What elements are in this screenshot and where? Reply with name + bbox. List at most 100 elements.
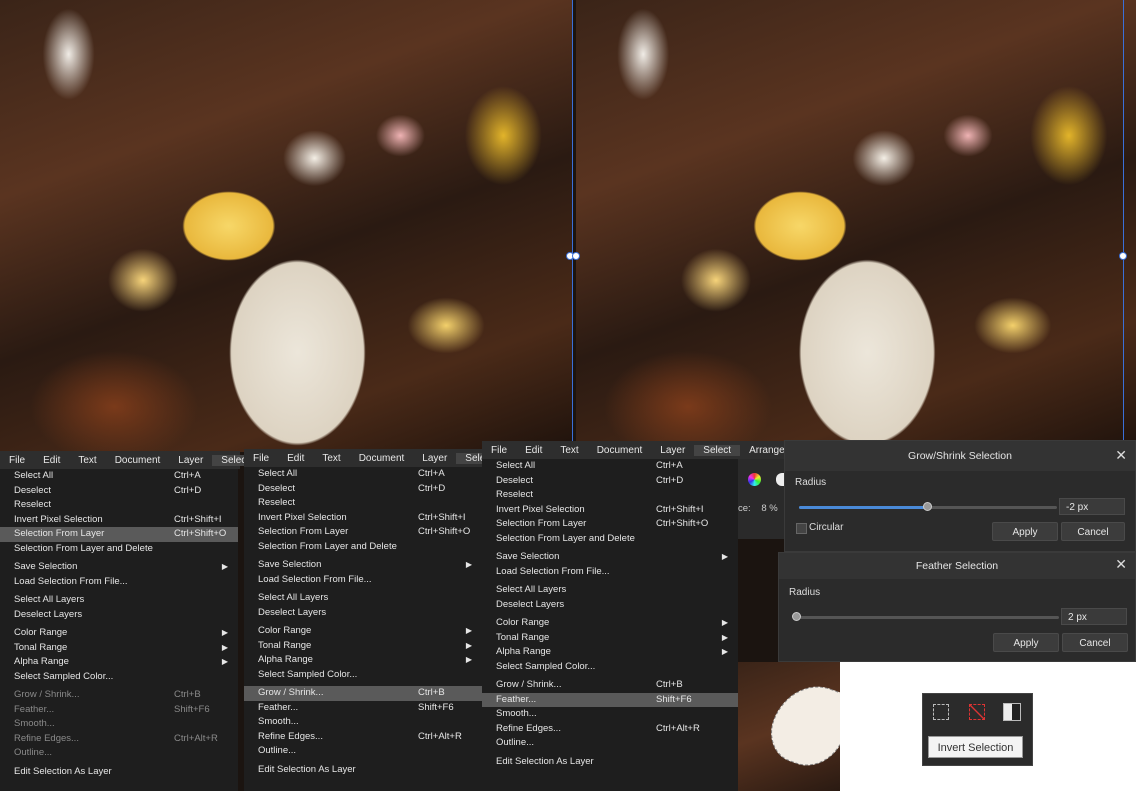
radius-slider[interactable] [792,612,1059,621]
menu-item[interactable]: Load Selection From File... [244,573,482,588]
menu-item[interactable]: Selection From Layer Ctrl+Shift+O [0,527,238,542]
menu-item[interactable]: Select Sampled Color... [0,670,238,685]
menubar-item[interactable]: Select [694,444,741,456]
menu-item[interactable]: Select All Layers [244,591,482,606]
menubar-item[interactable]: Layer [413,453,456,464]
menu-item[interactable]: Smooth... [0,717,238,732]
menu-item[interactable]: Selection From Layer and Delete [244,540,482,555]
menu-item[interactable]: Select All Ctrl+A [244,467,482,482]
menu-item[interactable]: Feather... Shift+F6 [0,703,238,718]
menu-item[interactable]: Refine Edges... Ctrl+Alt+R [244,730,482,745]
menubar-item[interactable]: Text [551,445,587,456]
menu-item[interactable]: Tonal Range ▶ [482,631,738,646]
menu-item[interactable]: Selection From Layer and Delete [0,542,238,557]
menu-item[interactable]: Select All Layers [0,593,238,608]
menu-item[interactable]: Refine Edges... Ctrl+Alt+R [0,732,238,747]
cancel-button[interactable]: Cancel [1061,522,1125,541]
menubar-item[interactable]: Document [588,445,652,456]
circle-icon[interactable] [776,473,784,486]
menu-item[interactable]: Selection From Layer and Delete [482,532,738,547]
menu-item[interactable]: Select All Ctrl+A [0,469,238,484]
menu-item[interactable]: Invert Pixel Selection Ctrl+Shift+I [0,513,238,528]
menu-item[interactable]: Deselect Layers [244,606,482,621]
menu-item[interactable]: Grow / Shrink... Ctrl+B [244,686,482,701]
menu-item[interactable]: Select All Ctrl+A [482,459,738,474]
menubar-item[interactable]: Edit [516,445,551,456]
radius-value-field[interactable]: 2 px [1061,608,1127,625]
cancel-button[interactable]: Cancel [1062,633,1128,652]
menu-item[interactable]: Reselect [244,496,482,511]
menu-item-shortcut: Ctrl+Shift+O [418,526,471,537]
menu-item[interactable]: Color Range ▶ [0,626,238,641]
menubar-item[interactable]: File [244,453,278,464]
menubar-item[interactable]: Edit [34,455,69,466]
menu-item[interactable]: Outline... [0,746,238,761]
close-icon[interactable]: ✕ [1115,556,1127,573]
menu-item[interactable]: Color Range ▶ [244,624,482,639]
menu-item[interactable]: Select Sampled Color... [482,660,738,675]
menu-item[interactable]: Selection From Layer Ctrl+Shift+O [244,525,482,540]
slider-knob[interactable] [792,612,801,621]
menu-item[interactable]: Smooth... [482,707,738,722]
menu-item-label: Select All [258,468,298,479]
menu-item[interactable]: Edit Selection As Layer [0,765,238,780]
menu-item[interactable]: Feather... Shift+F6 [482,692,738,707]
menubar-item[interactable]: Layer [651,445,694,456]
menu-item[interactable]: Load Selection From File... [482,565,738,580]
color-wheel-icon[interactable] [748,473,761,486]
menu-item[interactable]: Save Selection ▶ [482,550,738,565]
marquee-icon[interactable] [933,704,949,720]
menu-item[interactable]: Invert Pixel Selection Ctrl+Shift+I [482,503,738,518]
menu-item[interactable]: Save Selection ▶ [0,560,238,575]
menu-item[interactable]: Grow / Shrink... Ctrl+B [0,688,238,703]
menu-item[interactable]: Edit Selection As Layer [244,763,482,778]
menubar-item[interactable]: Document [350,453,414,464]
menu-item[interactable]: Deselect Layers [0,608,238,623]
menu-item[interactable]: Outline... [244,744,482,759]
menu-item[interactable]: Smooth... [244,715,482,730]
radius-slider[interactable] [799,502,1057,511]
menu-item[interactable]: Select Sampled Color... [244,668,482,683]
menubar-item[interactable]: Text [313,453,349,464]
menubar-item[interactable]: File [482,445,516,456]
menu-item[interactable]: Invert Pixel Selection Ctrl+Shift+I [244,511,482,526]
menu-item[interactable]: Alpha Range ▶ [482,645,738,660]
apply-button[interactable]: Apply [993,633,1059,652]
menu-item[interactable]: Selection From Layer Ctrl+Shift+O [482,517,738,532]
selection-handle[interactable] [1119,252,1127,260]
menu-item[interactable]: Refine Edges... Ctrl+Alt+R [482,722,738,737]
menu-item[interactable]: Deselect Ctrl+D [0,484,238,499]
menubar-item[interactable]: Text [69,455,105,466]
slider-knob[interactable] [923,502,932,511]
invert-selection-icon[interactable] [1003,703,1021,721]
menubar-item[interactable]: Document [106,455,170,466]
menu-item[interactable]: Color Range ▶ [482,616,738,631]
menu-item[interactable]: Save Selection ▶ [244,558,482,573]
menu-item[interactable]: Grow / Shrink... Ctrl+B [482,678,738,693]
close-icon[interactable]: ✕ [1115,447,1127,464]
invert-selection-tooltip: Invert Selection [928,736,1023,758]
menu-item[interactable]: Load Selection From File... [0,575,238,590]
menu-item[interactable]: Deselect Ctrl+D [244,482,482,497]
menubar-item[interactable]: Edit [278,453,313,464]
menubar-item[interactable]: Layer [169,455,212,466]
radius-value-field[interactable]: -2 px [1059,498,1125,515]
menu-item[interactable]: Tonal Range ▶ [244,639,482,654]
circular-checkbox[interactable] [796,523,807,534]
menu-item[interactable]: Tonal Range ▶ [0,641,238,656]
menu-item[interactable]: Reselect [482,488,738,503]
menu-item[interactable]: Outline... [482,736,738,751]
deselect-icon[interactable] [969,704,985,720]
apply-button[interactable]: Apply [992,522,1058,541]
menu-item[interactable]: Alpha Range ▶ [244,653,482,668]
menu-item[interactable]: Deselect Ctrl+D [482,474,738,489]
menu-item[interactable]: Edit Selection As Layer [482,755,738,770]
menu-item[interactable]: Select All Layers [482,583,738,598]
menubar-item[interactable]: File [0,455,34,466]
menu-item[interactable]: Feather... Shift+F6 [244,701,482,716]
menu-item[interactable]: Deselect Layers [482,598,738,613]
menu-item[interactable]: Reselect [0,498,238,513]
menu-item[interactable]: Alpha Range ▶ [0,655,238,670]
menu-item-shortcut: Shift+F6 [174,703,210,715]
selection-handle[interactable] [572,252,580,260]
